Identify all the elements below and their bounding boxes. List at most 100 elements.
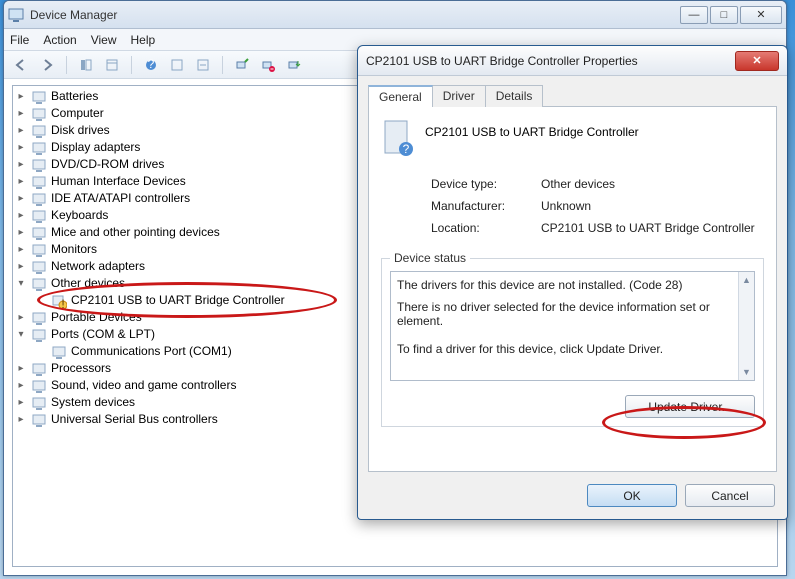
expander-icon[interactable]: ▸ — [15, 411, 27, 428]
expander-icon[interactable]: ▸ — [15, 190, 27, 207]
expander-icon[interactable]: ▸ — [15, 360, 27, 377]
category-icon — [31, 106, 47, 122]
expander-icon[interactable]: ▸ — [15, 241, 27, 258]
expander-icon[interactable]: ▸ — [15, 394, 27, 411]
ok-button[interactable]: OK — [587, 484, 677, 507]
category-icon — [31, 310, 47, 326]
status-scrollbar[interactable]: ▲ ▼ — [738, 272, 754, 380]
device-status-legend: Device status — [390, 251, 470, 265]
tree-label: Human Interface Devices — [51, 173, 186, 190]
tree-label: Batteries — [51, 88, 98, 105]
close-button[interactable]: ✕ — [740, 6, 782, 24]
tree-label: Other devices — [51, 275, 125, 292]
device-status-text[interactable]: The drivers for this device are not inst… — [390, 271, 755, 381]
expander-icon[interactable]: ▸ — [15, 377, 27, 394]
dialog-title: CP2101 USB to UART Bridge Controller Pro… — [366, 54, 735, 68]
category-icon — [31, 259, 47, 275]
scroll-down-icon[interactable]: ▼ — [739, 364, 754, 380]
maximize-button[interactable]: □ — [710, 6, 738, 24]
category-icon — [31, 378, 47, 394]
tree-label: Sound, video and game controllers — [51, 377, 236, 394]
tree-label: Monitors — [51, 241, 97, 258]
value-device-type: Other devices — [541, 177, 764, 191]
category-icon — [31, 225, 47, 241]
menu-action[interactable]: Action — [43, 33, 76, 47]
label-manufacturer: Manufacturer: — [431, 199, 541, 213]
minimize-button[interactable]: — — [680, 6, 708, 24]
svg-text:!: ! — [61, 297, 64, 309]
device-status-group: Device status The drivers for this devic… — [381, 251, 764, 427]
expander-icon[interactable]: ▾ — [15, 275, 27, 292]
value-manufacturer: Unknown — [541, 199, 764, 213]
category-icon — [31, 361, 47, 377]
toolbar-icon-1[interactable] — [166, 54, 188, 76]
category-icon — [31, 157, 47, 173]
show-hide-button[interactable] — [75, 54, 97, 76]
svg-text:?: ? — [403, 142, 410, 156]
device-name: CP2101 USB to UART Bridge Controller — [425, 119, 639, 139]
help-button[interactable]: ? — [140, 54, 162, 76]
device-icon: ? — [381, 119, 415, 159]
expander-icon[interactable]: ▸ — [15, 258, 27, 275]
expander-icon[interactable]: ▸ — [15, 156, 27, 173]
expander-icon[interactable]: ▸ — [15, 309, 27, 326]
update-driver-dialog-button[interactable]: Update Driver... — [625, 395, 755, 418]
category-icon — [31, 89, 47, 105]
window-title: Device Manager — [30, 8, 680, 22]
expander-icon[interactable]: ▸ — [15, 105, 27, 122]
tab-general[interactable]: General — [368, 85, 433, 107]
expander-icon[interactable]: ▸ — [15, 173, 27, 190]
tab-driver[interactable]: Driver — [432, 85, 486, 107]
tab-details[interactable]: Details — [485, 85, 544, 107]
status-line-3: To find a driver for this device, click … — [397, 342, 748, 356]
tab-panel-general: ? CP2101 USB to UART Bridge Controller D… — [368, 107, 777, 472]
properties-button[interactable] — [101, 54, 123, 76]
expander-icon[interactable]: ▸ — [15, 207, 27, 224]
category-icon — [31, 395, 47, 411]
forward-button[interactable] — [36, 54, 58, 76]
expander-icon[interactable]: ▸ — [15, 224, 27, 241]
tree-label: System devices — [51, 394, 135, 411]
category-icon — [31, 191, 47, 207]
dialog-close-button[interactable]: ✕ — [735, 51, 779, 71]
tree-label: Display adapters — [51, 139, 140, 156]
uninstall-button[interactable] — [257, 54, 279, 76]
dialog-titlebar[interactable]: CP2101 USB to UART Bridge Controller Pro… — [358, 46, 787, 76]
category-icon — [31, 276, 47, 292]
update-driver-button[interactable] — [283, 54, 305, 76]
cancel-button[interactable]: Cancel — [685, 484, 775, 507]
titlebar[interactable]: Device Manager — □ ✕ — [4, 1, 786, 29]
category-icon — [31, 123, 47, 139]
tree-label: Network adapters — [51, 258, 145, 275]
toolbar-icon-2[interactable] — [192, 54, 214, 76]
label-location: Location: — [431, 221, 541, 235]
expander-icon[interactable]: ▾ — [15, 326, 27, 343]
menu-help[interactable]: Help — [131, 33, 156, 47]
category-icon — [31, 412, 47, 428]
menu-file[interactable]: File — [10, 33, 29, 47]
expander-icon[interactable]: ▸ — [15, 88, 27, 105]
scroll-up-icon[interactable]: ▲ — [739, 272, 754, 288]
tree-label: Universal Serial Bus controllers — [51, 411, 218, 428]
expander-icon[interactable]: ▸ — [15, 139, 27, 156]
app-icon — [8, 7, 24, 23]
properties-dialog: CP2101 USB to UART Bridge Controller Pro… — [357, 45, 788, 520]
tree-label: DVD/CD-ROM drives — [51, 156, 164, 173]
menu-view[interactable]: View — [91, 33, 117, 47]
category-icon — [31, 208, 47, 224]
category-icon — [31, 140, 47, 156]
tree-label: Communications Port (COM1) — [71, 343, 232, 360]
scan-hardware-button[interactable] — [231, 54, 253, 76]
tree-label: Portable Devices — [51, 309, 142, 326]
value-location: CP2101 USB to UART Bridge Controller — [541, 221, 764, 235]
tree-label: IDE ATA/ATAPI controllers — [51, 190, 190, 207]
tree-label: Keyboards — [51, 207, 108, 224]
tree-label: Disk drives — [51, 122, 110, 139]
tab-row: General Driver Details — [368, 84, 777, 107]
expander-icon[interactable]: ▸ — [15, 122, 27, 139]
back-button[interactable] — [10, 54, 32, 76]
category-icon — [31, 242, 47, 258]
svg-text:?: ? — [148, 58, 155, 71]
tree-label: CP2101 USB to UART Bridge Controller — [71, 292, 285, 309]
device-icon: ! — [51, 293, 67, 309]
